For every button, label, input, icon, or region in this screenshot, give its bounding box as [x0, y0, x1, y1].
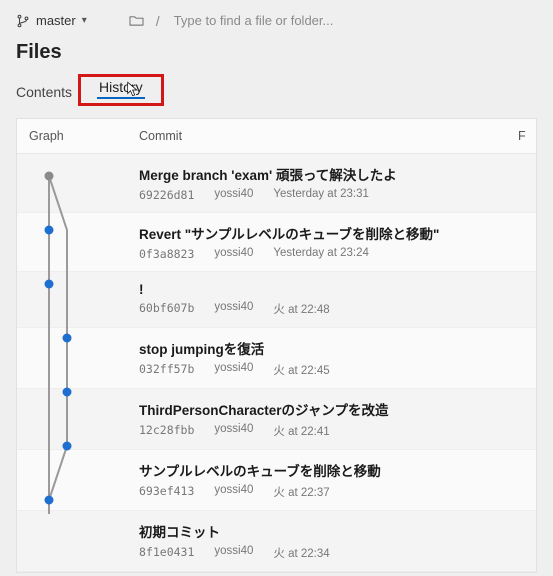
commit-hash: 693ef413 [139, 484, 194, 500]
commit-meta: 693ef413 yossi40 火 at 22:37 [139, 484, 524, 500]
commit-body: ThirdPersonCharacterのジャンプを改造 12c28fbb yoss… [139, 399, 524, 439]
top-bar: master ▾ / [0, 0, 553, 37]
commit-title: 初期コミット [139, 521, 524, 541]
commit-title: サンプルレベルのキューブを削除と移動 [139, 460, 524, 480]
commit-meta: 12c28fbb yossi40 火 at 22:41 [139, 423, 524, 439]
commit-body: stop jumpingを復活 032ff57b yossi40 火 at 22:45 [139, 338, 524, 378]
table-header: Graph Commit F [17, 119, 536, 154]
commit-title: Revert "サンプルレベルのキューブを削除と移動" [139, 223, 524, 243]
commit-hash: 032ff57b [139, 362, 194, 378]
tab-active-underline [97, 97, 145, 99]
history-panel: Graph Commit F Merge branch 'exam' 頑張って解… [16, 118, 537, 573]
commit-author: yossi40 [214, 484, 253, 500]
page-title: Files [0, 37, 553, 74]
commit-time: 火 at 22:37 [273, 484, 329, 500]
header-right: F [518, 129, 524, 143]
commit-body: Merge branch 'exam' 頑張って解決したよ 69226d81 yos… [139, 164, 524, 202]
commit-time: 火 at 22:45 [273, 362, 329, 378]
commit-title: ThirdPersonCharacterのジャンプを改造 [139, 399, 524, 419]
header-commit: Commit [139, 129, 518, 143]
commit-body: 初期コミット 8f1e0431 yossi40 火 at 22:34 [139, 521, 524, 561]
branch-selector[interactable]: master ▾ [16, 13, 87, 28]
commit-hash: 69226d81 [139, 188, 194, 202]
commit-time: Yesterday at 23:24 [273, 247, 368, 261]
commit-row[interactable]: 初期コミット 8f1e0431 yossi40 火 at 22:34 [17, 511, 536, 572]
commit-author: yossi40 [214, 301, 253, 317]
chevron-down-icon: ▾ [82, 15, 87, 26]
commit-row[interactable]: ThirdPersonCharacterのジャンプを改造 12c28fbb yoss… [17, 389, 536, 450]
commit-hash: 60bf607b [139, 301, 194, 317]
commit-meta: 8f1e0431 yossi40 火 at 22:34 [139, 545, 524, 561]
commit-time: 火 at 22:34 [273, 545, 329, 561]
tab-history[interactable]: History [99, 79, 143, 95]
commit-hash: 12c28fbb [139, 423, 194, 439]
commit-title: stop jumpingを復活 [139, 338, 524, 358]
commit-body: ! 60bf607b yossi40 火 at 22:48 [139, 282, 524, 317]
commit-list: Merge branch 'exam' 頑張って解決したよ 69226d81 yos… [17, 154, 536, 572]
commit-row[interactable]: stop jumpingを復活 032ff57b yossi40 火 at 22:45 [17, 328, 536, 389]
commit-time: Yesterday at 23:31 [273, 188, 368, 202]
commit-meta: 032ff57b yossi40 火 at 22:45 [139, 362, 524, 378]
commit-row[interactable]: Merge branch 'exam' 頑張って解決したよ 69226d81 yos… [17, 154, 536, 213]
branch-name: master [36, 13, 76, 28]
commit-author: yossi40 [214, 188, 253, 202]
commit-meta: 0f3a8823 yossi40 Yesterday at 23:24 [139, 247, 524, 261]
commit-meta: 60bf607b yossi40 火 at 22:48 [139, 301, 524, 317]
commit-body: Revert "サンプルレベルのキューブを削除と移動" 0f3a8823 yossi… [139, 223, 524, 261]
tab-history-highlight: History [78, 74, 164, 106]
tab-contents[interactable]: Contents [16, 78, 72, 106]
commit-time: 火 at 22:41 [273, 423, 329, 439]
commit-author: yossi40 [214, 247, 253, 261]
commit-row[interactable]: ! 60bf607b yossi40 火 at 22:48 [17, 272, 536, 328]
path-input[interactable] [172, 12, 396, 29]
commit-meta: 69226d81 yossi40 Yesterday at 23:31 [139, 188, 524, 202]
breadcrumb-slash: / [156, 13, 160, 29]
commit-author: yossi40 [214, 423, 253, 439]
header-graph: Graph [29, 129, 139, 143]
commit-author: yossi40 [214, 362, 253, 378]
commit-hash: 0f3a8823 [139, 247, 194, 261]
commit-row[interactable]: サンプルレベルのキューブを削除と移動 693ef413 yossi40 火 at 22… [17, 450, 536, 511]
tabs: Contents History [0, 74, 553, 106]
commit-title: ! [139, 282, 524, 297]
branch-icon [16, 14, 30, 28]
commit-title: Merge branch 'exam' 頑張って解決したよ [139, 164, 524, 184]
commit-time: 火 at 22:48 [273, 301, 329, 317]
commit-author: yossi40 [214, 545, 253, 561]
commit-hash: 8f1e0431 [139, 545, 194, 561]
commit-body: サンプルレベルのキューブを削除と移動 693ef413 yossi40 火 at 22… [139, 460, 524, 500]
folder-icon[interactable] [129, 14, 144, 27]
commit-row[interactable]: Revert "サンプルレベルのキューブを削除と移動" 0f3a8823 yossi… [17, 213, 536, 272]
